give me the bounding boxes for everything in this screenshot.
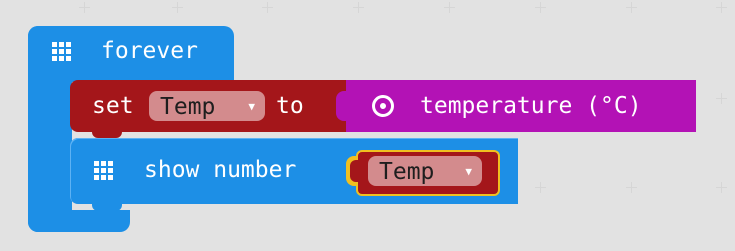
grid-mark bbox=[79, 2, 90, 13]
target-icon bbox=[372, 95, 394, 117]
set-label: set bbox=[92, 93, 134, 119]
grid-mark bbox=[626, 182, 637, 193]
grid-mark bbox=[626, 2, 637, 13]
chevron-down-icon: ▼ bbox=[465, 165, 472, 178]
set-variable-value: Temp bbox=[160, 94, 216, 120]
grid-mark bbox=[444, 2, 455, 13]
show-number-label: show number bbox=[144, 157, 297, 183]
grid-mark bbox=[716, 182, 727, 193]
grid-icon bbox=[52, 42, 72, 62]
variable-block-connector-inner bbox=[350, 160, 360, 182]
grid-icon bbox=[94, 161, 114, 181]
temperature-label: temperature (°C) bbox=[420, 93, 642, 119]
set-variable-dropdown[interactable]: Temp ▼ bbox=[149, 91, 265, 121]
show-number-block-notch bbox=[92, 202, 122, 211]
forever-block-footer[interactable] bbox=[28, 210, 130, 232]
to-label: to bbox=[276, 93, 304, 119]
forever-label: forever bbox=[101, 38, 198, 64]
grid-mark bbox=[716, 93, 727, 104]
show-variable-dropdown[interactable]: Temp ▼ bbox=[368, 156, 482, 186]
grid-mark bbox=[535, 182, 546, 193]
grid-mark bbox=[353, 2, 364, 13]
chevron-down-icon: ▼ bbox=[248, 100, 255, 113]
blocks-workspace[interactable]: forever set Temp ▼ to temperature (°C) s… bbox=[0, 0, 735, 251]
show-variable-value: Temp bbox=[379, 159, 435, 185]
grid-mark bbox=[535, 2, 546, 13]
grid-mark bbox=[262, 2, 273, 13]
grid-mark bbox=[172, 2, 183, 13]
grid-mark bbox=[716, 2, 727, 13]
set-block-notch bbox=[92, 130, 122, 138]
